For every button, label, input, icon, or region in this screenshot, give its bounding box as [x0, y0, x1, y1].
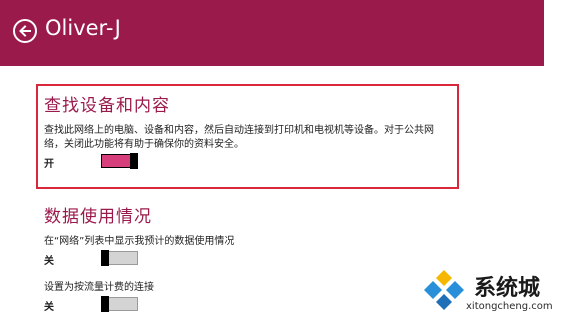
find-devices-title: 查找设备和内容 — [44, 96, 170, 116]
toggle-thumb — [130, 153, 138, 169]
watermark-logo: 系统城 xitongcheng.com — [420, 268, 570, 320]
back-button[interactable] — [13, 19, 37, 43]
app-header: Oliver-J — [0, 0, 544, 66]
find-devices-desc-line1: 查找此网络上的电脑、设备和内容，然后自动连接到打印机和电视机等设备。对于公共网 — [44, 125, 434, 136]
find-devices-desc-line2: 络，关闭此功能将有助于确保你的资料安全。 — [44, 139, 244, 150]
data-usage-setting2-state: 关 — [44, 302, 54, 313]
toggle-thumb — [101, 296, 109, 312]
data-usage-setting1-desc: 在“网络”列表中显示我预计的数据使用情况 — [44, 236, 235, 247]
watermark-name: 系统城 — [474, 276, 541, 301]
watermark-url: xitongcheng.com — [466, 301, 553, 312]
back-arrow-icon — [19, 25, 31, 37]
metered-connection-toggle[interactable] — [101, 296, 138, 312]
data-usage-setting1-state: 关 — [44, 256, 54, 267]
find-devices-toggle[interactable] — [101, 153, 138, 169]
page-title: Oliver-J — [45, 16, 121, 40]
data-usage-title: 数据使用情况 — [44, 207, 152, 227]
toggle-thumb — [101, 250, 109, 266]
data-usage-setting2-desc: 设置为按流量计费的连接 — [44, 282, 154, 293]
diamond-logo-icon — [424, 270, 464, 310]
show-data-usage-toggle[interactable] — [101, 250, 138, 266]
find-devices-state-label: 开 — [44, 159, 54, 170]
